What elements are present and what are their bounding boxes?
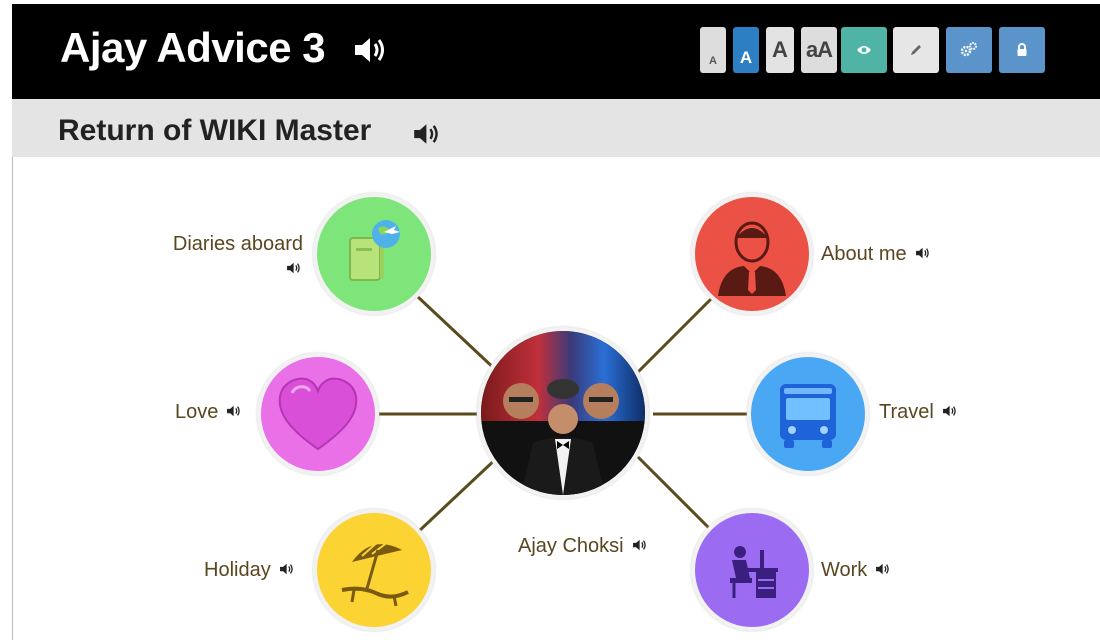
speaker-icon[interactable] [412, 121, 444, 152]
center-node-label-text: Ajay Choksi [518, 535, 624, 557]
page-title: Return of WIKI Master [58, 114, 372, 147]
node-work-label-text: Work [821, 559, 868, 581]
speaker-icon[interactable] [915, 243, 932, 266]
node-love-label[interactable]: Love [175, 401, 243, 424]
person-icon [718, 221, 786, 296]
speaker-icon[interactable] [279, 559, 296, 582]
node-diaries-aboard-label-text: Diaries aboard [172, 233, 303, 255]
node-travel-label[interactable]: Travel [879, 401, 959, 424]
connector-line [416, 455, 500, 534]
font-size-small-button[interactable]: A [700, 27, 726, 73]
mindmap-area: Ajay Choksi Diaries aboard About me Love… [12, 157, 1100, 640]
font-size-toggle-button[interactable]: aA [801, 27, 837, 73]
desk-worker-icon [730, 546, 778, 598]
center-node-label[interactable]: Ajay Choksi [518, 535, 649, 558]
speaker-icon[interactable] [942, 401, 959, 424]
lock-icon [1017, 43, 1027, 56]
speaker-icon[interactable] [353, 34, 391, 71]
node-work[interactable] [691, 509, 813, 631]
node-love-label-text: Love [175, 401, 219, 423]
view-button[interactable] [841, 27, 887, 73]
node-holiday[interactable] [313, 509, 435, 631]
app-header: Ajay Advice 3 A A A aA [12, 4, 1100, 99]
page-header: Return of WIKI Master [12, 99, 1100, 157]
settings-button[interactable] [946, 27, 992, 73]
font-size-normal-button[interactable]: A [733, 27, 759, 73]
node-holiday-label[interactable]: Holiday [204, 559, 296, 582]
heart-icon [278, 377, 358, 451]
node-work-label[interactable]: Work [821, 559, 892, 582]
bus-icon [780, 384, 836, 448]
gears-icon [960, 42, 977, 57]
connector-line [636, 295, 715, 374]
speaker-icon[interactable] [632, 535, 649, 558]
speaker-icon[interactable] [286, 258, 303, 281]
app-frame: Ajay Advice 3 A A A aA Return of WIKI Ma… [12, 4, 1100, 640]
profile-photo [481, 331, 645, 495]
pencil-icon [911, 45, 921, 55]
node-love[interactable] [257, 353, 379, 475]
diary-globe-icon [349, 220, 400, 281]
app-title: Ajay Advice 3 [60, 24, 326, 71]
connector-line [636, 455, 715, 534]
node-travel-label-text: Travel [879, 401, 934, 423]
node-about-me[interactable] [691, 193, 813, 315]
node-diaries-aboard[interactable] [313, 193, 435, 315]
beach-umbrella-icon [341, 539, 409, 607]
lock-button[interactable] [999, 27, 1045, 73]
node-about-me-label[interactable]: About me [821, 243, 932, 266]
center-node[interactable] [477, 327, 649, 499]
node-about-me-label-text: About me [821, 243, 907, 265]
edit-button[interactable] [893, 27, 939, 73]
font-size-large-button[interactable]: A [766, 27, 794, 73]
connector-line [416, 295, 500, 374]
eye-icon [857, 46, 871, 54]
speaker-icon[interactable] [875, 559, 892, 582]
node-holiday-label-text: Holiday [204, 559, 271, 581]
node-diaries-aboard-label[interactable]: Diaries aboard [168, 233, 303, 281]
node-travel[interactable] [747, 353, 869, 475]
speaker-icon[interactable] [226, 401, 243, 424]
